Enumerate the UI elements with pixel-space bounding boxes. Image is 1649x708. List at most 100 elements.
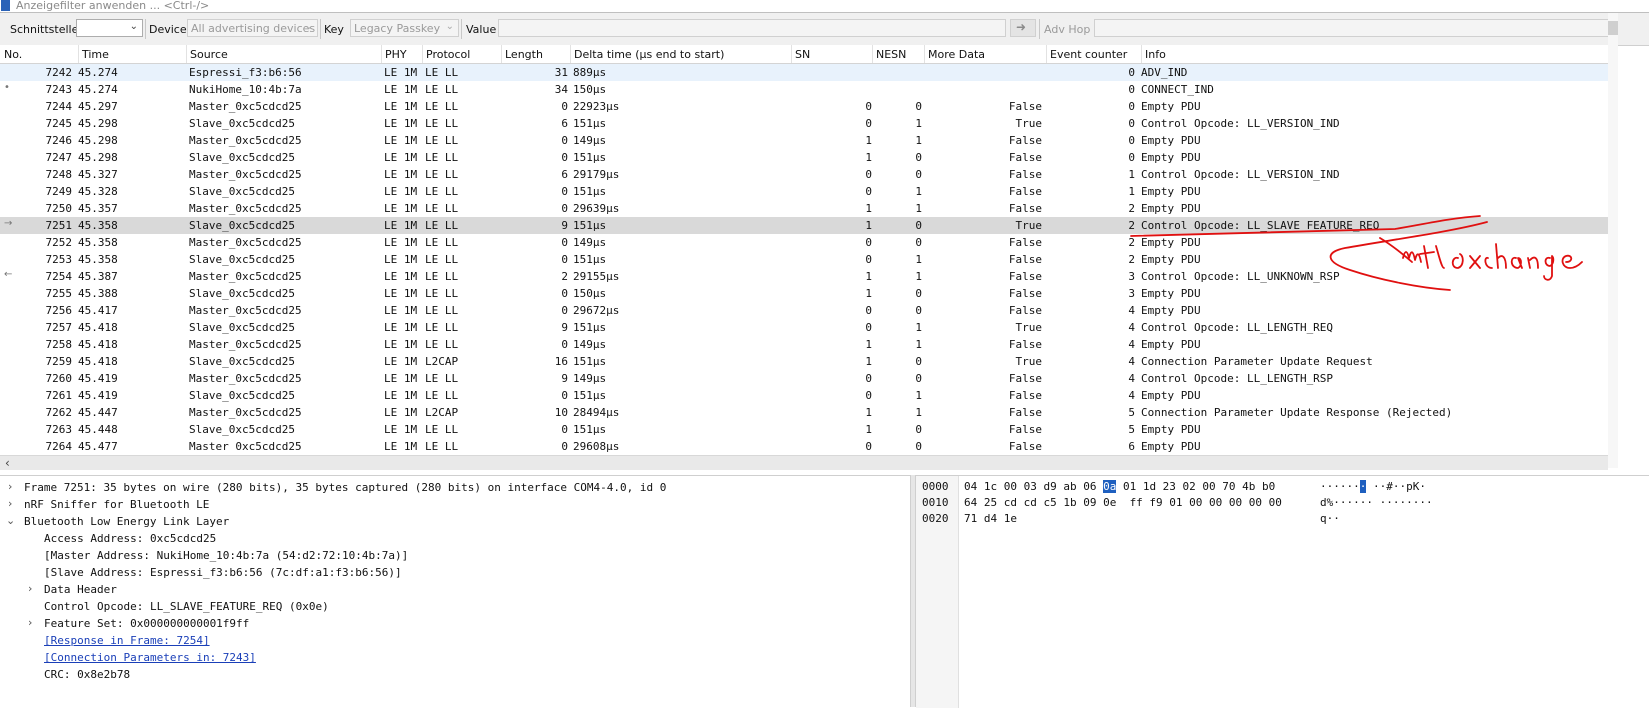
- col-time[interactable]: Time: [82, 48, 109, 61]
- cell-sn: 0: [865, 304, 872, 317]
- chevron-down-icon[interactable]: ⌄: [6, 514, 15, 527]
- cell-info: Control Opcode: LL_UNKNOWN_RSP: [1141, 270, 1340, 283]
- scrollbar-thumb[interactable]: [1608, 21, 1618, 35]
- packet-row[interactable]: 7258 45.418 Master_0xc5cdcd25 LE 1M LE LL 0 14…: [0, 336, 1608, 353]
- byte-ascii-row[interactable]: q··: [1320, 512, 1340, 528]
- device-select[interactable]: All advertising devices ⌄: [187, 19, 318, 37]
- col-event-counter[interactable]: Event counter: [1050, 48, 1127, 61]
- cell-no: 7257: [45, 321, 73, 334]
- cell-sn: 0: [865, 389, 872, 402]
- display-filter-input[interactable]: Anzeigefilter anwenden ... <Ctrl-/>: [16, 0, 209, 12]
- response-in-frame-link[interactable]: [Response in Frame: 7254]: [44, 634, 210, 647]
- cell-more-data: False: [1008, 304, 1042, 317]
- col-info[interactable]: Info: [1145, 48, 1166, 61]
- display-filter-bar[interactable]: Anzeigefilter anwenden ... <Ctrl-/>: [0, 0, 1649, 13]
- cell-no: 7259: [45, 355, 73, 368]
- col-no[interactable]: No.: [4, 48, 22, 61]
- packet-row[interactable]: 7247 45.298 Slave_0xc5cdcd25 LE 1M LE LL 0 151…: [0, 149, 1608, 166]
- cell-nesn: 1: [915, 185, 922, 198]
- col-delta[interactable]: Delta time (µs end to start): [574, 48, 724, 61]
- cell-source: Master_0xc5cdcd25: [189, 406, 302, 419]
- packet-row[interactable]: 7262 45.447 Master_0xc5cdcd25 LE 1M L2CAP 10 2…: [0, 404, 1608, 421]
- packet-row[interactable]: 7263 45.448 Slave_0xc5cdcd25 LE 1M LE LL 0 151…: [0, 421, 1608, 438]
- cell-event-counter: 4: [1128, 372, 1135, 385]
- packet-row[interactable]: 7250 45.357 Master_0xc5cdcd25 LE 1M LE LL 0 29…: [0, 200, 1608, 217]
- cell-delta: 29672µs: [573, 304, 620, 317]
- packet-row[interactable]: 7256 45.417 Master_0xc5cdcd25 LE 1M LE LL 0 29…: [0, 302, 1608, 319]
- packet-row[interactable]: 7260 45.419 Master_0xc5cdcd25 LE 1M LE LL 9 14…: [0, 370, 1608, 387]
- cell-length: 9: [561, 321, 568, 334]
- cell-length: 6: [561, 168, 568, 181]
- packet-row[interactable]: 7264 45.477 Master 0xc5cdcd25 LE 1M LE LL 0 29…: [0, 438, 1608, 455]
- packet-bytes-pane[interactable]: 0000 04 1c 00 03 d9 ab 06 0a 01 1d 23 02…: [916, 475, 1649, 708]
- col-protocol[interactable]: Protocol: [426, 48, 470, 61]
- cell-phy: LE 1M: [384, 66, 418, 79]
- byte-offset: 0000: [922, 480, 949, 493]
- connection-parameters-link[interactable]: [Connection Parameters in: 7243]: [44, 651, 256, 664]
- cell-time: 45.298: [78, 117, 118, 130]
- adv-hop-input[interactable]: [1094, 19, 1610, 37]
- packet-row[interactable]: 7259 45.418 Slave_0xc5cdcd25 LE 1M L2CAP 16 15…: [0, 353, 1608, 370]
- cell-more-data: False: [1008, 100, 1042, 113]
- byte-ascii-row[interactable]: ······· ··#··pK·: [1320, 480, 1426, 496]
- col-sn[interactable]: SN: [795, 48, 810, 61]
- key-select[interactable]: Legacy Passkey ⌄: [350, 19, 459, 37]
- packet-row[interactable]: • 7243 45.274 NukiHome_10:4b:7a LE 1M LE LL 34…: [0, 81, 1608, 98]
- cell-event-counter: 0: [1128, 134, 1135, 147]
- cell-sn: 0: [865, 440, 872, 453]
- packet-row[interactable]: 7246 45.298 Master_0xc5cdcd25 LE 1M LE LL 0 14…: [0, 132, 1608, 149]
- chevron-right-icon[interactable]: ›: [8, 480, 12, 493]
- cell-source: Slave_0xc5cdcd25: [189, 287, 295, 300]
- packet-row[interactable]: 7261 45.419 Slave_0xc5cdcd25 LE 1M LE LL 0 151…: [0, 387, 1608, 404]
- packet-row[interactable]: 7249 45.328 Slave_0xc5cdcd25 LE 1M LE LL 0 151…: [0, 183, 1608, 200]
- packet-row[interactable]: 7255 45.388 Slave_0xc5cdcd25 LE 1M LE LL 0 150…: [0, 285, 1608, 302]
- cell-source: Espressi_f3:b6:56: [189, 66, 302, 79]
- byte-hex-row[interactable]: 64 25 cd cd c5 1b 09 0e ff f9 01 00 00 0…: [964, 496, 1282, 512]
- horizontal-scrollbar[interactable]: ‹: [0, 455, 1608, 470]
- cell-source: Slave_0xc5cdcd25: [189, 355, 295, 368]
- adv-hop-label: Adv Hop: [1044, 23, 1091, 36]
- col-nesn[interactable]: NESN: [876, 48, 906, 61]
- cell-event-counter: 0: [1128, 66, 1135, 79]
- byte-hex-row[interactable]: 04 1c 00 03 d9 ab 06 0a 01 1d 23 02 00 7…: [964, 480, 1275, 496]
- vertical-scrollbar[interactable]: [1608, 13, 1618, 468]
- packet-row[interactable]: → 7251 45.358 Slave_0xc5cdcd25 LE 1M LE LL 9 15…: [0, 217, 1608, 234]
- packet-row[interactable]: 7248 45.327 Master_0xc5cdcd25 LE 1M LE LL 6 29…: [0, 166, 1608, 183]
- packet-list[interactable]: No. Time Source PHY Protocol Length Delt…: [0, 45, 1608, 455]
- cell-nesn: 0: [915, 423, 922, 436]
- col-length[interactable]: Length: [505, 48, 543, 61]
- apply-arrow-button[interactable]: ➜: [1010, 19, 1036, 37]
- chevron-right-icon[interactable]: ›: [28, 582, 32, 595]
- cell-more-data: False: [1008, 202, 1042, 215]
- packet-row[interactable]: 7244 45.297 Master_0xc5cdcd25 LE 1M LE LL 0 22…: [0, 98, 1608, 115]
- value-input[interactable]: [498, 19, 1006, 37]
- chevron-right-icon[interactable]: ›: [8, 497, 12, 510]
- cell-phy: LE 1M: [384, 134, 418, 147]
- chevron-left-icon[interactable]: ‹: [5, 456, 10, 470]
- packet-row[interactable]: ← 7254 45.387 Master_0xc5cdcd25 LE 1M LE LL 2 2…: [0, 268, 1608, 285]
- packet-row[interactable]: 7253 45.358 Slave_0xc5cdcd25 LE 1M LE LL 0 151…: [0, 251, 1608, 268]
- cell-phy: LE 1M: [384, 83, 418, 96]
- col-source[interactable]: Source: [190, 48, 228, 61]
- cell-source: Slave_0xc5cdcd25: [189, 253, 295, 266]
- bookmark-icon[interactable]: [1, 0, 10, 11]
- byte-ascii-row[interactable]: d%······ ········: [1320, 496, 1433, 512]
- packet-row[interactable]: 7245 45.298 Slave_0xc5cdcd25 LE 1M LE LL 6 151…: [0, 115, 1608, 132]
- packet-details-pane[interactable]: › Frame 7251: 35 bytes on wire (280 bits…: [0, 475, 910, 708]
- cell-delta: 149µs: [573, 372, 607, 385]
- byte-hex-row[interactable]: 71 d4 1e: [964, 512, 1017, 528]
- packet-row[interactable]: 7257 45.418 Slave_0xc5cdcd25 LE 1M LE LL 9 151…: [0, 319, 1608, 336]
- col-phy[interactable]: PHY: [385, 48, 407, 61]
- interface-label: Schnittstelle: [10, 23, 79, 36]
- cell-delta: 151µs: [573, 117, 607, 130]
- packet-row[interactable]: 7252 45.358 Master_0xc5cdcd25 LE 1M LE LL 0 14…: [0, 234, 1608, 251]
- cell-protocol: LE LL: [425, 287, 459, 300]
- selected-byte[interactable]: 0a: [1103, 480, 1117, 493]
- cell-protocol: LE LL: [425, 270, 459, 283]
- chevron-right-icon[interactable]: ›: [28, 616, 32, 629]
- col-more-data[interactable]: More Data: [928, 48, 985, 61]
- cell-sn: 0: [865, 185, 872, 198]
- cell-phy: LE 1M: [384, 219, 418, 232]
- interface-select[interactable]: ⌄: [76, 19, 143, 37]
- packet-row[interactable]: 7242 45.274 Espressi_f3:b6:56 LE 1M LE LL 31 8…: [0, 64, 1608, 81]
